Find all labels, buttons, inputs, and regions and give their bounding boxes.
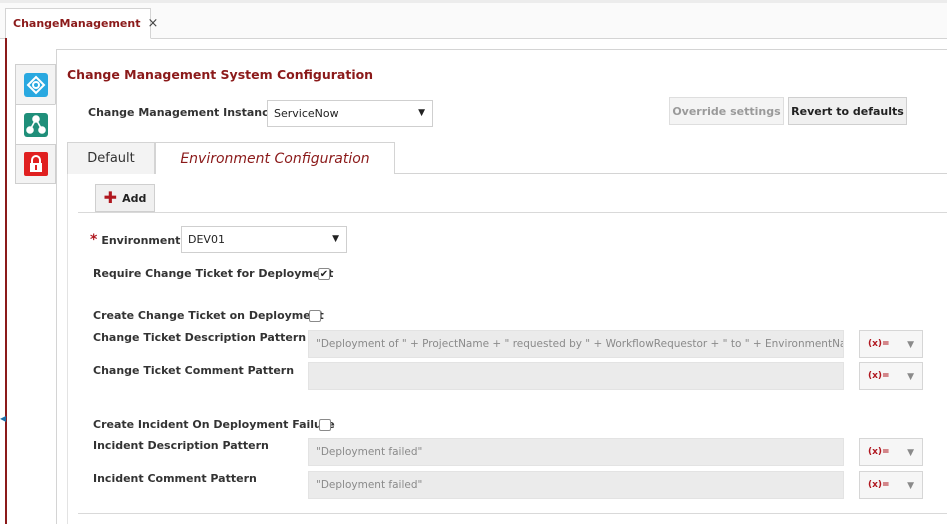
configuration-tabs: Default Environment Configuration bbox=[67, 142, 947, 175]
incident-description-label: Incident Description Pattern bbox=[93, 439, 269, 452]
document-tab-bar: ChangeManagement × bbox=[0, 3, 947, 39]
environment-label: * Environment bbox=[90, 232, 180, 248]
ticket-comment-variable-button[interactable]: (x)= ▼ bbox=[859, 362, 923, 390]
lock-icon bbox=[23, 152, 48, 176]
variable-icon: (x)= bbox=[868, 480, 890, 490]
plus-icon: ✚ bbox=[103, 188, 118, 207]
incident-comment-field[interactable]: "Deployment failed" bbox=[308, 471, 844, 499]
ticket-description-label: Change Ticket Description Pattern bbox=[93, 331, 307, 344]
environment-select[interactable]: DEV01 ▼ bbox=[181, 226, 347, 253]
close-icon[interactable]: × bbox=[147, 16, 158, 31]
create-incident-label: Create Incident On Deployment Failure bbox=[93, 418, 335, 431]
sidebar-item-workflow[interactable] bbox=[15, 104, 56, 144]
create-ticket-label: Create Change Ticket on Deployment bbox=[93, 309, 324, 322]
add-button-label: Add bbox=[122, 191, 147, 205]
collapse-handle-icon[interactable]: ◀ bbox=[0, 414, 6, 423]
workflow-icon bbox=[23, 112, 48, 137]
environment-label-text: Environment bbox=[101, 234, 181, 247]
integration-icon bbox=[23, 72, 48, 97]
variable-icon: (x)= bbox=[868, 447, 890, 457]
incident-comment-variable-button[interactable]: (x)= ▼ bbox=[859, 471, 923, 499]
sidebar-item-security[interactable] bbox=[15, 144, 56, 184]
check-icon: ✔ bbox=[319, 268, 329, 280]
incident-description-field[interactable]: "Deployment failed" bbox=[308, 438, 844, 466]
ticket-description-field[interactable]: "Deployment of " + ProjectName + " reque… bbox=[308, 330, 844, 358]
create-ticket-checkbox[interactable] bbox=[309, 310, 321, 322]
tab-environment-configuration[interactable]: Environment Configuration bbox=[155, 142, 395, 175]
ticket-comment-field[interactable] bbox=[308, 362, 844, 390]
chevron-down-icon: ▼ bbox=[332, 234, 339, 244]
cm-instance-label: Change Management Instance bbox=[88, 106, 277, 119]
chevron-down-icon: ▼ bbox=[907, 372, 914, 382]
toolbar-divider bbox=[78, 212, 947, 213]
chevron-down-icon: ▼ bbox=[907, 340, 914, 350]
override-settings-button[interactable]: Override settings bbox=[669, 97, 784, 125]
chevron-down-icon: ▼ bbox=[907, 448, 914, 458]
ticket-description-variable-button[interactable]: (x)= ▼ bbox=[859, 330, 923, 358]
chevron-down-icon: ▼ bbox=[418, 108, 425, 118]
incident-comment-label: Incident Comment Pattern bbox=[93, 472, 257, 485]
chevron-down-icon: ▼ bbox=[907, 481, 914, 491]
tab-default[interactable]: Default bbox=[67, 142, 155, 174]
add-button[interactable]: ✚ Add bbox=[95, 184, 155, 212]
environment-value: DEV01 bbox=[188, 233, 225, 246]
cm-instance-select[interactable]: ServiceNow ▼ bbox=[267, 100, 433, 127]
incident-description-variable-button[interactable]: (x)= ▼ bbox=[859, 438, 923, 466]
page-title: Change Management System Configuration bbox=[67, 67, 374, 82]
variable-icon: (x)= bbox=[868, 339, 890, 349]
bottom-divider bbox=[78, 513, 947, 514]
left-accent-rule bbox=[5, 38, 7, 524]
sidebar-item-integration[interactable] bbox=[15, 64, 56, 104]
required-marker: * bbox=[90, 232, 98, 248]
cm-instance-value: ServiceNow bbox=[274, 107, 339, 120]
create-incident-checkbox[interactable] bbox=[319, 419, 331, 431]
variable-icon: (x)= bbox=[868, 371, 890, 381]
ticket-comment-label: Change Ticket Comment Pattern bbox=[93, 364, 295, 377]
revert-to-defaults-button[interactable]: Revert to defaults bbox=[788, 97, 907, 125]
require-ticket-checkbox[interactable]: ✔ bbox=[318, 268, 330, 280]
document-tab-label: ChangeManagement bbox=[13, 17, 141, 30]
require-ticket-label: Require Change Ticket for Deployment bbox=[93, 267, 334, 280]
document-tab-changemanagement[interactable]: ChangeManagement × bbox=[5, 8, 158, 39]
side-navigation bbox=[15, 64, 56, 184]
